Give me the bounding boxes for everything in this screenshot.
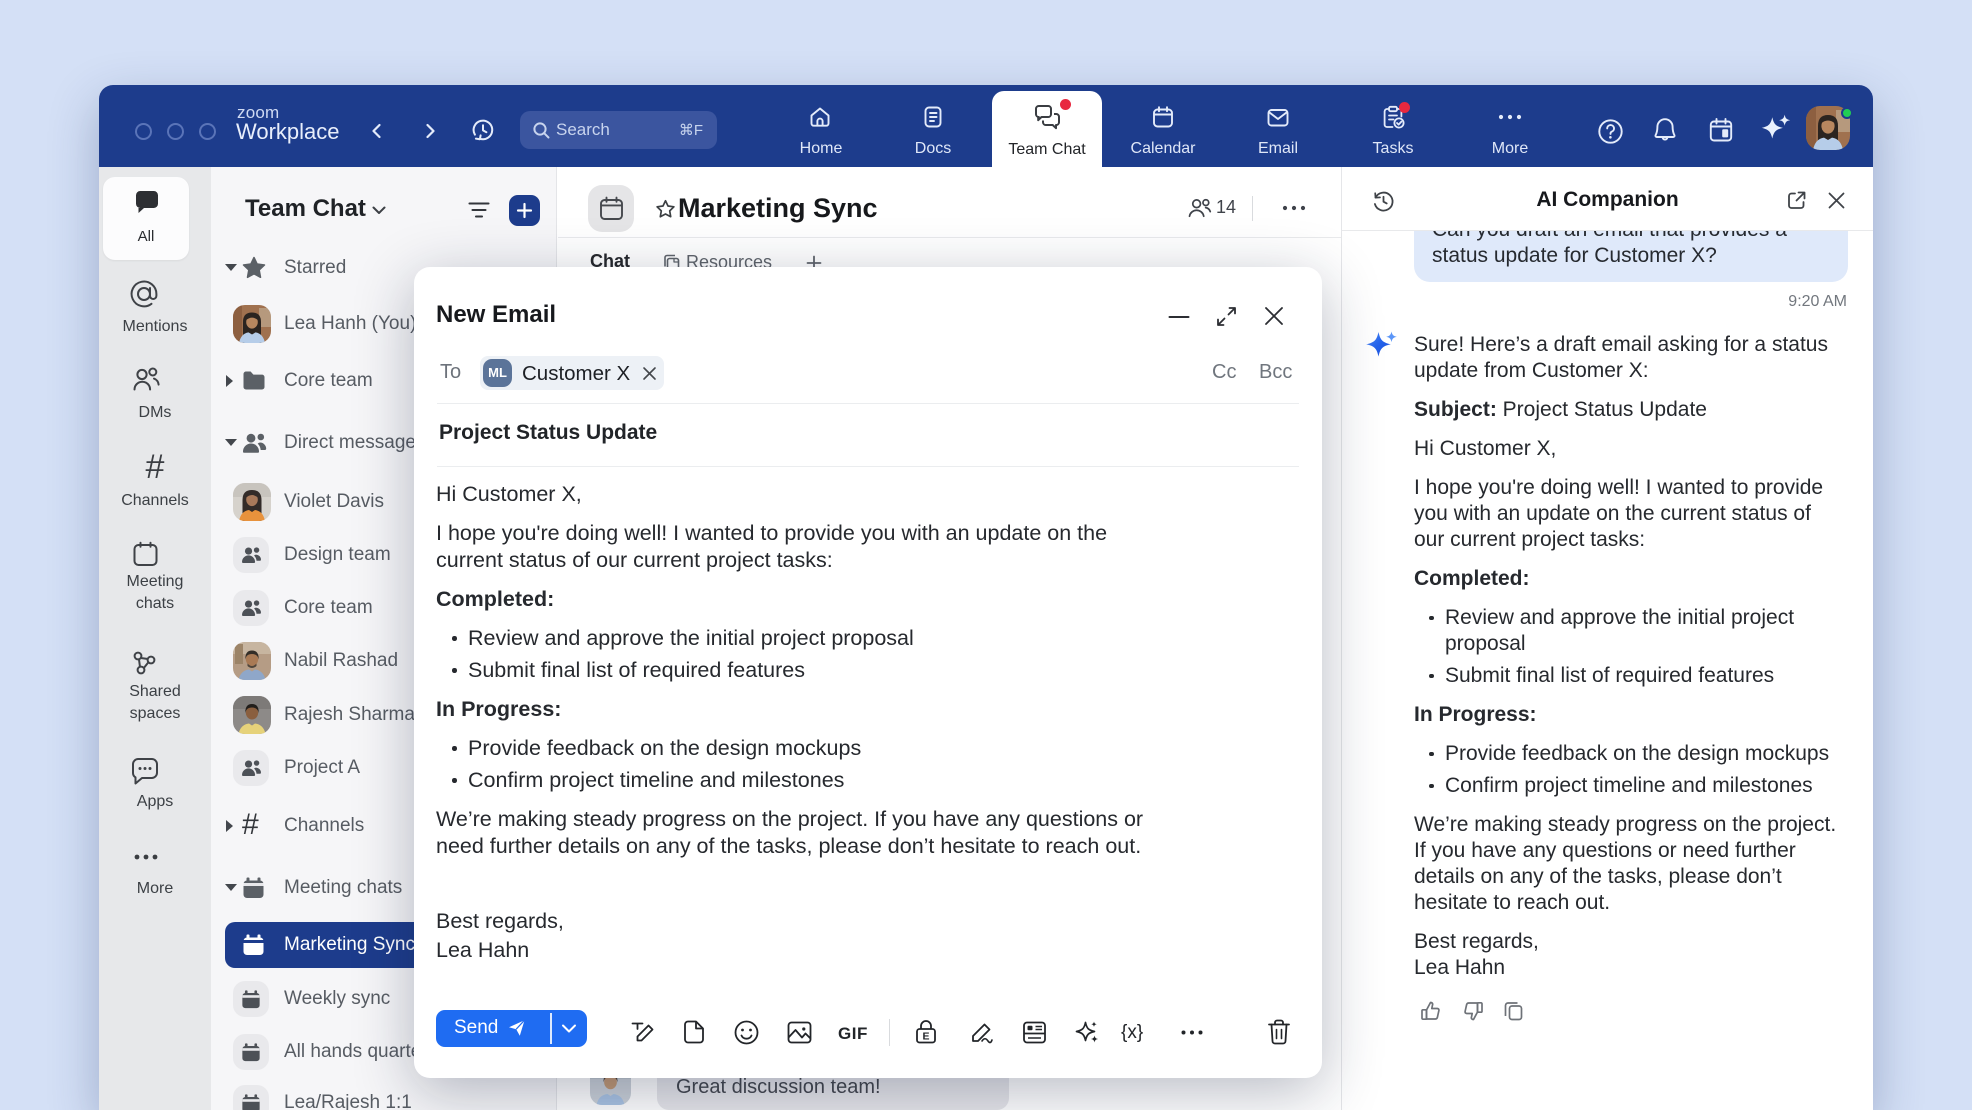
svg-text:E: E	[922, 1031, 929, 1043]
